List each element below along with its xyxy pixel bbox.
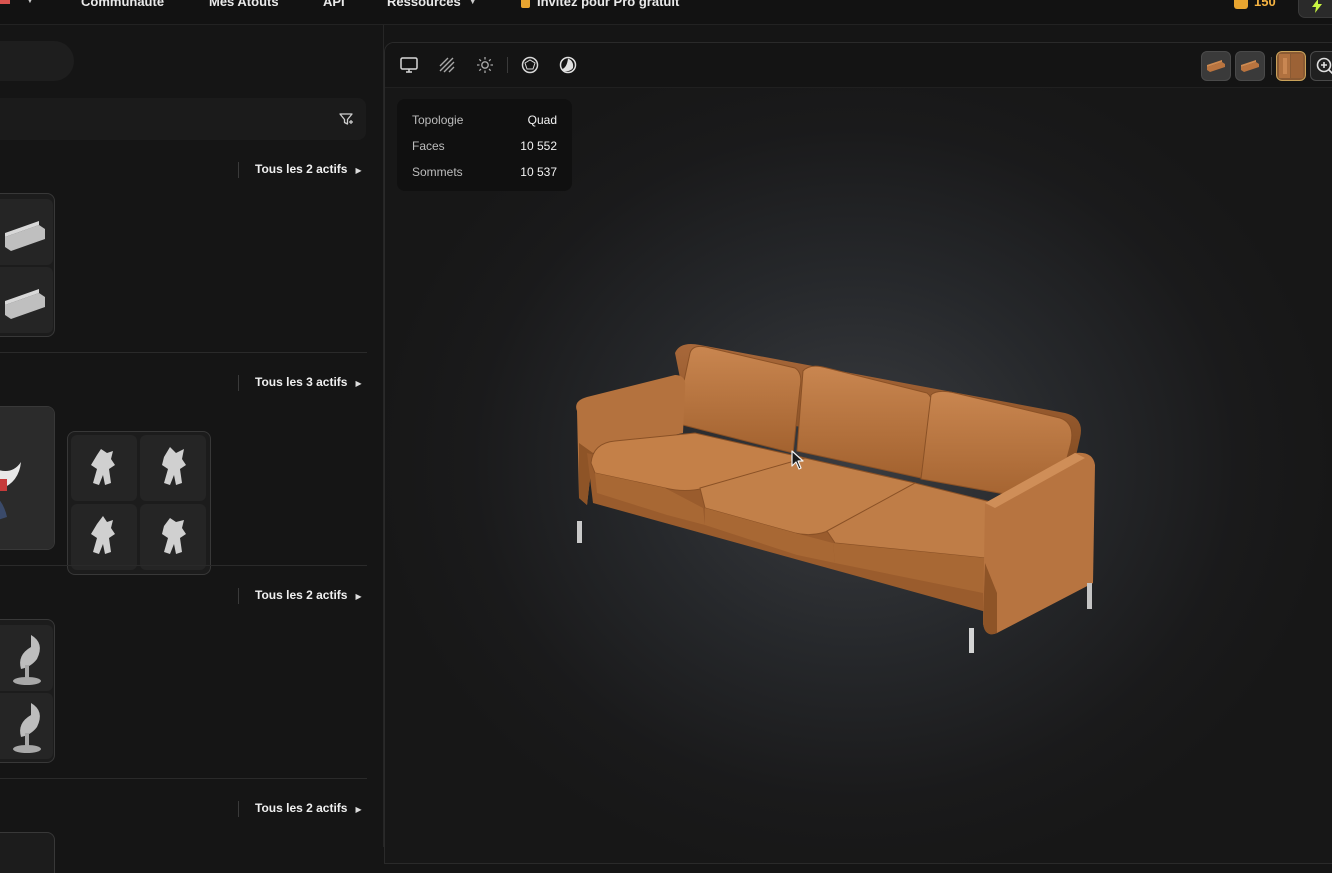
character-thumbnail [0,407,54,549]
toolbar-separator [1271,57,1272,75]
asset-card-chair-model[interactable] [0,619,55,763]
sofa-leg [577,521,582,543]
stat-value: 10 552 [520,139,557,153]
monitor-icon[interactable] [399,55,419,75]
toolbar-separator [507,57,508,73]
texture-preview-button[interactable] [1201,51,1231,81]
caret-right-icon: ▶ [355,379,362,388]
caret-right-icon: ▶ [355,805,362,814]
invite-label: Invitez pour Pro gratuit [537,0,680,9]
asset-thumbnail [140,435,206,501]
group-4-see-all[interactable]: Tous les 2 actifs ▶ [238,801,362,817]
asset-thumbnail [71,435,137,501]
group-3-see-all[interactable]: Tous les 2 actifs ▶ [238,588,362,604]
group-divider [0,352,367,353]
texture-map-button[interactable] [1276,51,1306,81]
wireframe-icon[interactable] [437,55,457,75]
chevron-down-icon: ▼ [468,0,477,6]
asset-card-character-large[interactable] [0,406,55,550]
stat-topology: Topologie Quad [412,113,557,127]
asset-card-partial[interactable] [0,832,55,873]
group-1-link-label: Tous les 2 actifs [255,162,348,176]
group-4-link-label: Tous les 2 actifs [255,801,348,815]
zoom-icon [1316,57,1332,75]
model-viewer[interactable]: Topologie Quad Faces 10 552 Sommets 10 537 [384,42,1332,864]
caret-right-icon: ▶ [355,592,362,601]
viewer-toolbar [385,43,1332,88]
nav-item-invite[interactable]: Invitez pour Pro gratuit [521,0,679,9]
stat-value: Quad [527,113,557,127]
asset-thumbnail [71,504,137,570]
asset-thumbnail [0,693,53,759]
chevron-down-icon[interactable]: ▼ [26,0,34,5]
group-3-link-label: Tous les 2 actifs [255,588,348,602]
gift-icon [521,0,530,9]
nav-item-api[interactable]: API [323,0,345,9]
nav-item-ressources-label: Ressources [387,0,461,9]
group-2-see-all[interactable]: Tous les 3 actifs ▶ [238,375,362,391]
upgrade-button[interactable] [1298,0,1332,18]
filter-icon[interactable] [338,111,354,127]
group-divider [0,778,367,779]
group-1-see-all[interactable]: Tous les 2 actifs ▶ [238,162,362,178]
asset-thumbnail [0,625,53,691]
search-input[interactable] [0,41,74,81]
stat-faces: Faces 10 552 [412,139,557,153]
asset-thumbnail [0,199,53,265]
nav-item-communaute[interactable]: Communauté [81,0,164,9]
top-navigation: ▼ Communauté Mes Atouts API Ressources ▼ … [0,0,1332,25]
stat-vertices: Sommets 10 537 [412,165,557,179]
sphere-icon[interactable] [558,55,578,75]
sofa-thumbnail-icon [1207,60,1225,72]
mouse-cursor-icon [791,450,804,470]
credits-icon [1234,0,1248,9]
light-icon[interactable] [475,55,495,75]
nav-item-mes-atouts[interactable]: Mes Atouts [209,0,279,9]
lightning-icon [1312,0,1322,13]
asset-card-sofa-model[interactable] [0,193,55,337]
stat-label: Topologie [412,113,464,127]
zoom-button[interactable] [1310,51,1332,81]
sofa-3d-model[interactable] [565,293,1145,653]
caret-right-icon: ▶ [355,166,362,175]
asset-card-character-views[interactable] [67,431,211,575]
mesh-stats-panel: Topologie Quad Faces 10 552 Sommets 10 537 [397,99,572,191]
group-divider [0,565,367,566]
stat-value: 10 537 [520,165,557,179]
filter-bar[interactable] [0,98,366,140]
nav-left-indicator [0,0,10,4]
group-2-link-label: Tous les 3 actifs [255,375,348,389]
texture-map-icon [1279,54,1303,78]
sofa-thumbnail-icon [1241,60,1259,72]
asset-list-panel: Tous les 2 actifs ▶ Tous les 3 actifs ▶ To… [0,25,384,873]
asset-thumbnail [140,504,206,570]
credits-badge[interactable]: 150 [1234,0,1276,9]
texture-preview-button[interactable] [1235,51,1265,81]
nav-item-ressources[interactable]: Ressources ▼ [387,0,477,9]
asset-thumbnail [0,267,53,333]
credits-count: 150 [1254,0,1276,9]
material-icon[interactable] [520,55,540,75]
stat-label: Sommets [412,165,463,179]
stat-label: Faces [412,139,445,153]
